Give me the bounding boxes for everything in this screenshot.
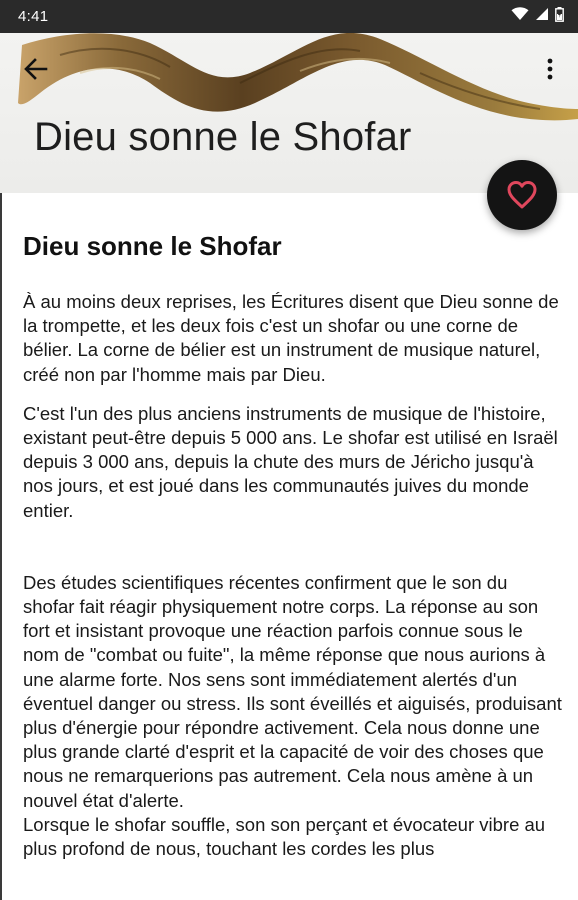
status-bar: 4:41 [0,0,578,33]
article-paragraph: Des études scientifiques récentes confir… [23,571,562,811]
scroll-edge [0,193,2,900]
status-time: 4:41 [18,8,49,25]
more-options-button[interactable] [534,53,566,85]
battery-icon [555,6,564,27]
heart-outline-icon [507,181,537,209]
status-icons [511,6,564,27]
more-vertical-icon [547,58,553,80]
header-image: Dieu sonne le Shofar [0,33,578,193]
favorite-button[interactable] [487,160,557,230]
signal-icon [535,7,549,26]
shofar-image [18,33,578,121]
toolbar-title: Dieu sonne le Shofar [34,115,412,159]
article-content: Dieu sonne le Shofar À au moins deux rep… [0,193,578,900]
back-button[interactable] [16,53,56,85]
arrow-left-icon [24,58,48,80]
article-paragraph: C'est l'un des plus anciens instruments … [23,402,558,521]
wifi-icon [511,7,529,26]
article-paragraph: Lorsque le shofar souffle, son son perça… [23,813,546,860]
article-paragraph: À au moins deux reprises, les Écritures … [23,291,559,385]
article-body: À au moins deux reprises, les Écritures … [23,290,563,861]
article-title: Dieu sonne le Shofar [23,231,282,261]
